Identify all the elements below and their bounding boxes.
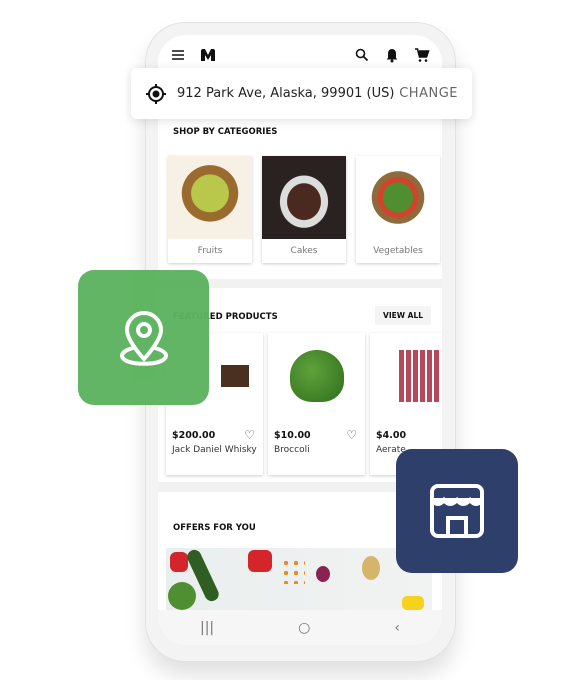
change-address-button[interactable]: CHANGE — [399, 86, 458, 101]
heart-icon[interactable]: ♡ — [346, 428, 357, 442]
cakes-image — [262, 156, 346, 239]
address-bar: 912 Park Ave, Alaska, 99901 (US) CHANGE — [131, 68, 472, 119]
map-pin-icon — [119, 310, 168, 366]
hamburger-icon[interactable] — [170, 47, 186, 63]
offer-banner[interactable] — [166, 547, 432, 610]
heart-icon[interactable]: ♡ — [244, 428, 255, 442]
recent-apps-button[interactable]: ||| — [200, 620, 214, 636]
location-badge — [78, 270, 209, 405]
search-icon[interactable] — [354, 47, 370, 63]
product-image — [370, 333, 442, 418]
cart-icon[interactable] — [414, 47, 430, 63]
product-image — [268, 333, 365, 418]
category-label: Vegetables — [373, 246, 423, 256]
system-nav-bar: ||| ○ ‹ — [158, 610, 442, 645]
view-all-button[interactable]: VIEW ALL — [375, 306, 431, 325]
store-badge — [396, 449, 518, 573]
product-name: Broccoli — [274, 445, 310, 455]
storefront-icon — [430, 484, 484, 538]
categories-title: SHOP BY CATEGORIES — [173, 127, 278, 137]
category-cakes[interactable]: Cakes — [262, 156, 346, 263]
address-text: 912 Park Ave, Alaska, 99901 (US) — [177, 86, 395, 101]
product-name: Jack Daniel Whisky — [172, 445, 257, 455]
category-fruits[interactable]: Fruits — [168, 156, 252, 263]
product-price: $4.00 — [376, 430, 407, 441]
category-label: Fruits — [197, 246, 223, 256]
home-button[interactable]: ○ — [298, 620, 310, 636]
category-label: Cakes — [290, 246, 318, 256]
m-logo-icon[interactable] — [200, 47, 216, 63]
bell-icon[interactable] — [384, 47, 400, 63]
vegetables-image — [356, 156, 440, 239]
back-button[interactable]: ‹ — [394, 620, 400, 636]
product-card[interactable]: ♡ $10.00 Broccoli — [268, 333, 365, 475]
category-vegetables[interactable]: Vegetables — [356, 156, 440, 263]
fruits-image — [168, 156, 252, 239]
offers-title: OFFERS FOR YOU — [173, 523, 256, 533]
location-target-icon[interactable] — [145, 83, 167, 105]
